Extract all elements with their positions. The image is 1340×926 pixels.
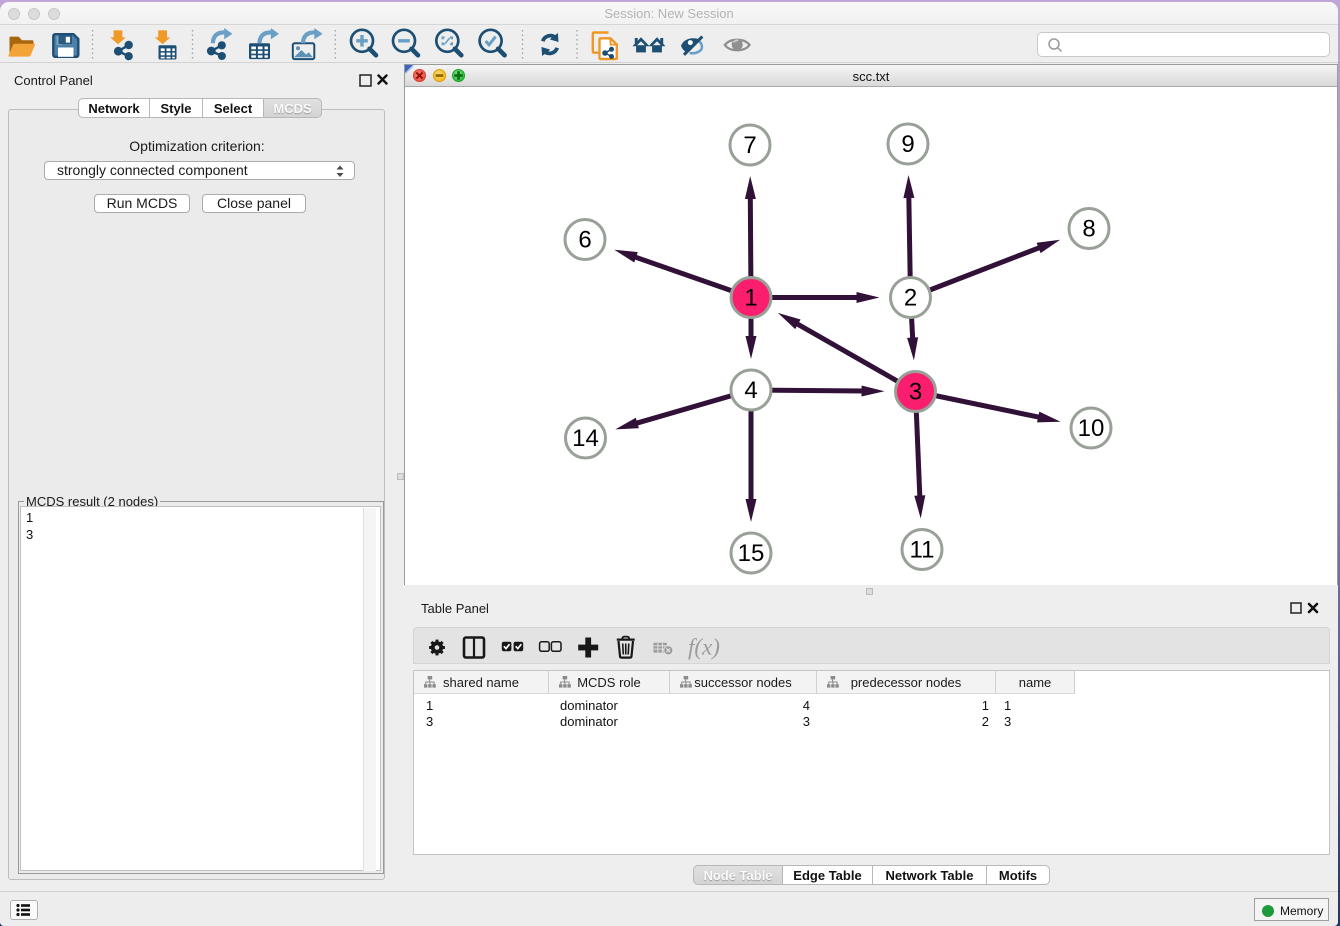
svg-text:9: 9	[901, 131, 914, 158]
svg-text:10: 10	[1078, 415, 1105, 442]
svg-text:6: 6	[578, 227, 591, 254]
svg-text:1: 1	[744, 285, 757, 312]
svg-text:f(x): f(x)	[688, 635, 720, 660]
svg-text:11: 11	[910, 537, 935, 564]
svg-text:14: 14	[572, 425, 599, 452]
svg-text:2: 2	[904, 285, 917, 312]
svg-text:7: 7	[743, 132, 756, 159]
svg-text:3: 3	[909, 379, 922, 406]
svg-text:15: 15	[738, 540, 765, 567]
svg-text:8: 8	[1082, 216, 1095, 243]
svg-text:4: 4	[744, 377, 757, 404]
